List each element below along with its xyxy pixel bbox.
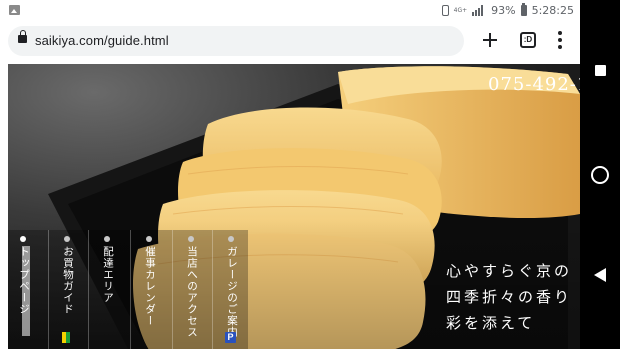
parking-icon: P (225, 332, 236, 343)
nav-divider (48, 230, 49, 349)
nav-divider (130, 230, 131, 349)
nav-item-delivery-area[interactable]: 配達エリア (92, 230, 126, 349)
nav-item-garage[interactable]: ガレージのご案内 P (216, 230, 250, 349)
recents-button[interactable] (595, 65, 606, 76)
nav-dot (188, 236, 194, 242)
nav-item-top[interactable]: トップページ (8, 230, 42, 349)
nav-divider (88, 230, 89, 349)
hero-tagline: 心やすらぐ京の 四季折々の香り 彩を添えて (446, 258, 572, 336)
nav-item-event-calendar[interactable]: 催事カレンダー (134, 230, 168, 349)
status-bar: 4G+ 93% 5:28:25 (0, 0, 580, 22)
home-button[interactable] (591, 166, 609, 184)
vibrate-icon (441, 5, 449, 16)
nav-dot (146, 236, 152, 242)
more-menu-button[interactable] (555, 31, 565, 49)
battery-icon (520, 3, 527, 16)
nav-divider (172, 230, 173, 349)
nav-dot (64, 236, 70, 242)
new-tab-button[interactable] (480, 30, 500, 50)
vertical-nav: トップページ お買物ガイド 配達エリア 催事カレンダー 当店へのアクセス ガレー… (8, 230, 248, 349)
tagline-line-3: 彩を添えて (446, 314, 536, 332)
nav-dot (228, 236, 234, 242)
nav-dot (104, 236, 110, 242)
tab-switcher-button[interactable]: :D (520, 32, 536, 48)
url-text[interactable]: saikiya.com/guide.html (35, 33, 169, 48)
nav-label-shopping-guide[interactable]: お買物ガイド (61, 246, 75, 315)
lock-icon[interactable] (18, 30, 27, 43)
nav-item-shopping-guide[interactable]: お買物ガイド (52, 230, 86, 349)
gallery-notification-icon (9, 5, 20, 15)
address-bar[interactable]: saikiya.com/guide.html (8, 26, 464, 56)
nav-dot (20, 236, 26, 242)
browser-toolbar: saikiya.com/guide.html :D (0, 22, 580, 64)
nav-label-top[interactable]: トップページ (17, 246, 31, 315)
back-button[interactable] (594, 268, 606, 282)
tagline-line-1: 心やすらぐ京の (446, 262, 573, 280)
nav-label-access[interactable]: 当店へのアクセス (185, 246, 199, 338)
battery-percent: 93% (491, 4, 516, 17)
android-nav-bar (580, 0, 620, 349)
status-icons: 4G+ 93% 5:28:25 (441, 3, 574, 17)
signal-icon (472, 5, 486, 16)
network-type: 4G+ (453, 6, 468, 14)
nav-label-garage[interactable]: ガレージのご案内 (225, 246, 239, 338)
tagline-line-2: 四季折々の香り (446, 288, 573, 306)
clock: 5:28:25 (531, 4, 574, 17)
nav-label-delivery-area[interactable]: 配達エリア (101, 246, 115, 304)
nav-label-event-calendar[interactable]: 催事カレンダー (143, 246, 157, 327)
beginner-mark-icon (62, 332, 70, 343)
nav-divider (212, 230, 213, 349)
nav-item-access[interactable]: 当店へのアクセス (176, 230, 210, 349)
phone-number[interactable]: 075-492-1 (488, 74, 580, 95)
